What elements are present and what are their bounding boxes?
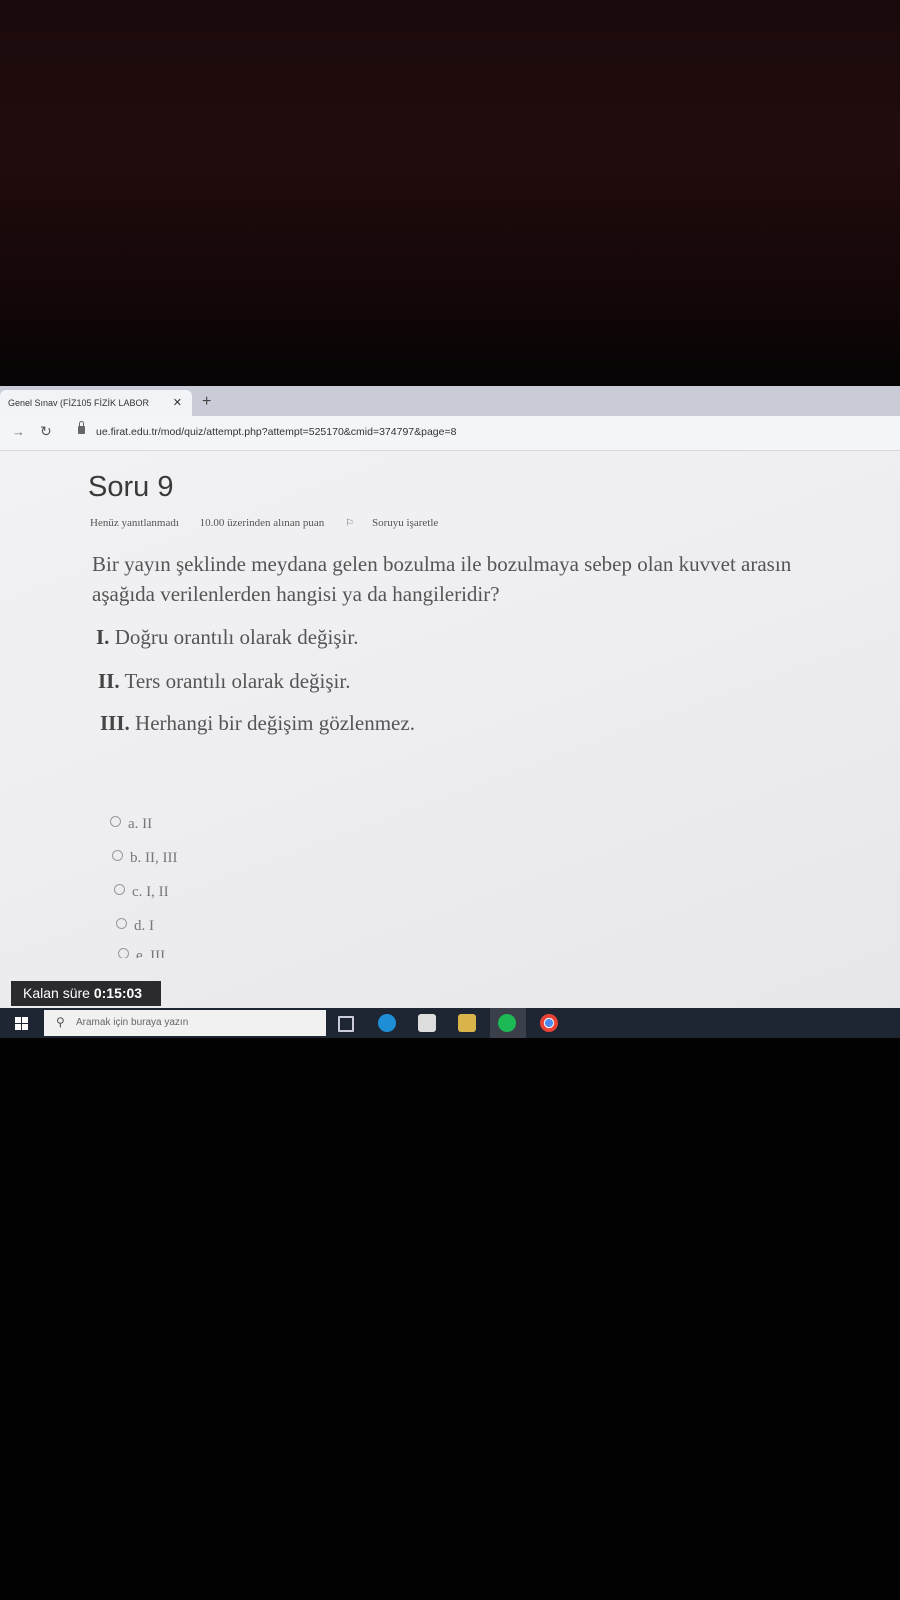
timer-label: Kalan süre [23, 985, 90, 1001]
question-status: Henüz yanıtlanmadı [90, 517, 179, 529]
browser-tab[interactable]: Genel Sınav (FİZ105 FİZİK LABOR ✕ [0, 390, 192, 416]
url-field[interactable]: ue.firat.edu.tr/mod/quiz/attempt.php?att… [96, 426, 456, 438]
option-label: c. I, II [132, 884, 169, 900]
edge-icon[interactable] [378, 1014, 396, 1032]
answer-option-a[interactable]: a. II [110, 816, 152, 833]
tab-title: Genel Sınav (FİZ105 FİZİK LABOR [8, 398, 150, 408]
flag-icon: ⚐ [345, 518, 354, 529]
option-label: b. II, III [130, 850, 178, 866]
radio-button[interactable] [116, 918, 127, 929]
statement-2: II. Ters orantılı olarak değişir. [98, 669, 350, 694]
answer-option-c[interactable]: c. I, II [114, 884, 169, 901]
search-icon: ⚲ [56, 1015, 65, 1029]
close-icon[interactable]: ✕ [173, 390, 182, 416]
statement-3: III. Herhangi bir değişim gözlenmez. [100, 711, 415, 736]
windows-logo-pane [22, 1017, 28, 1023]
question-info: Henüz yanıtlanmadı 10.00 üzerinden alına… [90, 517, 474, 529]
address-bar: → ↻ ue.firat.edu.tr/mod/quiz/attempt.php… [0, 416, 900, 451]
question-points: 10.00 üzerinden alınan puan [199, 517, 325, 529]
forward-icon[interactable]: → [12, 424, 25, 439]
quiz-page: Soru 9 Henüz yanıtlanmadı 10.00 üzerinde… [0, 451, 900, 1038]
taskbar-search[interactable]: ⚲ Aramak için buraya yazın [44, 1010, 326, 1036]
question-text-line: aşağıda verilenlerden hangisi ya da hang… [92, 582, 500, 606]
statement-number: I. [96, 625, 110, 649]
flag-question-link[interactable]: ⚐ Soruyu işaretle [345, 517, 456, 529]
statement-text: Herhangi bir değişim gözlenmez. [135, 711, 415, 735]
monitor-screen: Genel Sınav (FİZ105 FİZİK LABOR ✕ + → ↻ … [0, 386, 900, 1038]
windows-logo-pane [15, 1024, 21, 1030]
file-explorer-icon[interactable] [458, 1014, 476, 1032]
spotify-icon[interactable] [498, 1014, 516, 1032]
timer-value: 0:15:03 [93, 985, 143, 1001]
radio-button[interactable] [110, 816, 121, 827]
statement-text: Doğru orantılı olarak değişir. [114, 625, 359, 649]
option-label: d. I [134, 918, 154, 934]
windows-taskbar: ⚲ Aramak için buraya yazın [0, 1008, 900, 1038]
store-icon[interactable] [418, 1014, 436, 1032]
windows-logo-pane [15, 1017, 21, 1023]
reload-icon[interactable]: ↻ [40, 423, 52, 440]
statement-number: II. [98, 669, 120, 693]
question-text: Bir yayın şeklinde meydana gelen bozulma… [92, 549, 900, 609]
option-label: e. III [136, 948, 166, 958]
search-placeholder: Aramak için buraya yazın [76, 1017, 189, 1028]
radio-button[interactable] [112, 850, 123, 861]
statement-text: Ters orantılı olarak değişir. [124, 669, 351, 693]
answer-option-e[interactable]: e. III [118, 948, 165, 958]
windows-logo-pane [22, 1024, 28, 1030]
answer-option-d[interactable]: d. I [116, 918, 154, 935]
windows-start-icon[interactable] [15, 1017, 28, 1030]
statement-1: I. Doğru orantılı olarak değişir. [96, 625, 358, 650]
question-text-line: Bir yayın şeklinde meydana gelen bozulma… [92, 552, 792, 576]
chrome-icon[interactable] [540, 1014, 558, 1032]
task-view-icon[interactable] [338, 1016, 354, 1032]
lock-icon[interactable] [78, 421, 85, 434]
flag-label: Soruyu işaretle [372, 517, 439, 529]
tab-strip: Genel Sınav (FİZ105 FİZİK LABOR ✕ + [0, 386, 900, 416]
answer-option-b[interactable]: b. II, III [112, 850, 177, 867]
question-title: Soru 9 [88, 471, 174, 503]
statement-number: III. [100, 711, 130, 735]
remaining-time: Kalan süre 0:15:03 [11, 981, 161, 1006]
radio-button[interactable] [114, 884, 125, 895]
option-label: a. II [128, 816, 153, 832]
radio-button[interactable] [118, 948, 129, 958]
background-bottom [0, 1040, 900, 1600]
new-tab-button[interactable]: + [202, 390, 211, 414]
background-top [0, 0, 900, 390]
